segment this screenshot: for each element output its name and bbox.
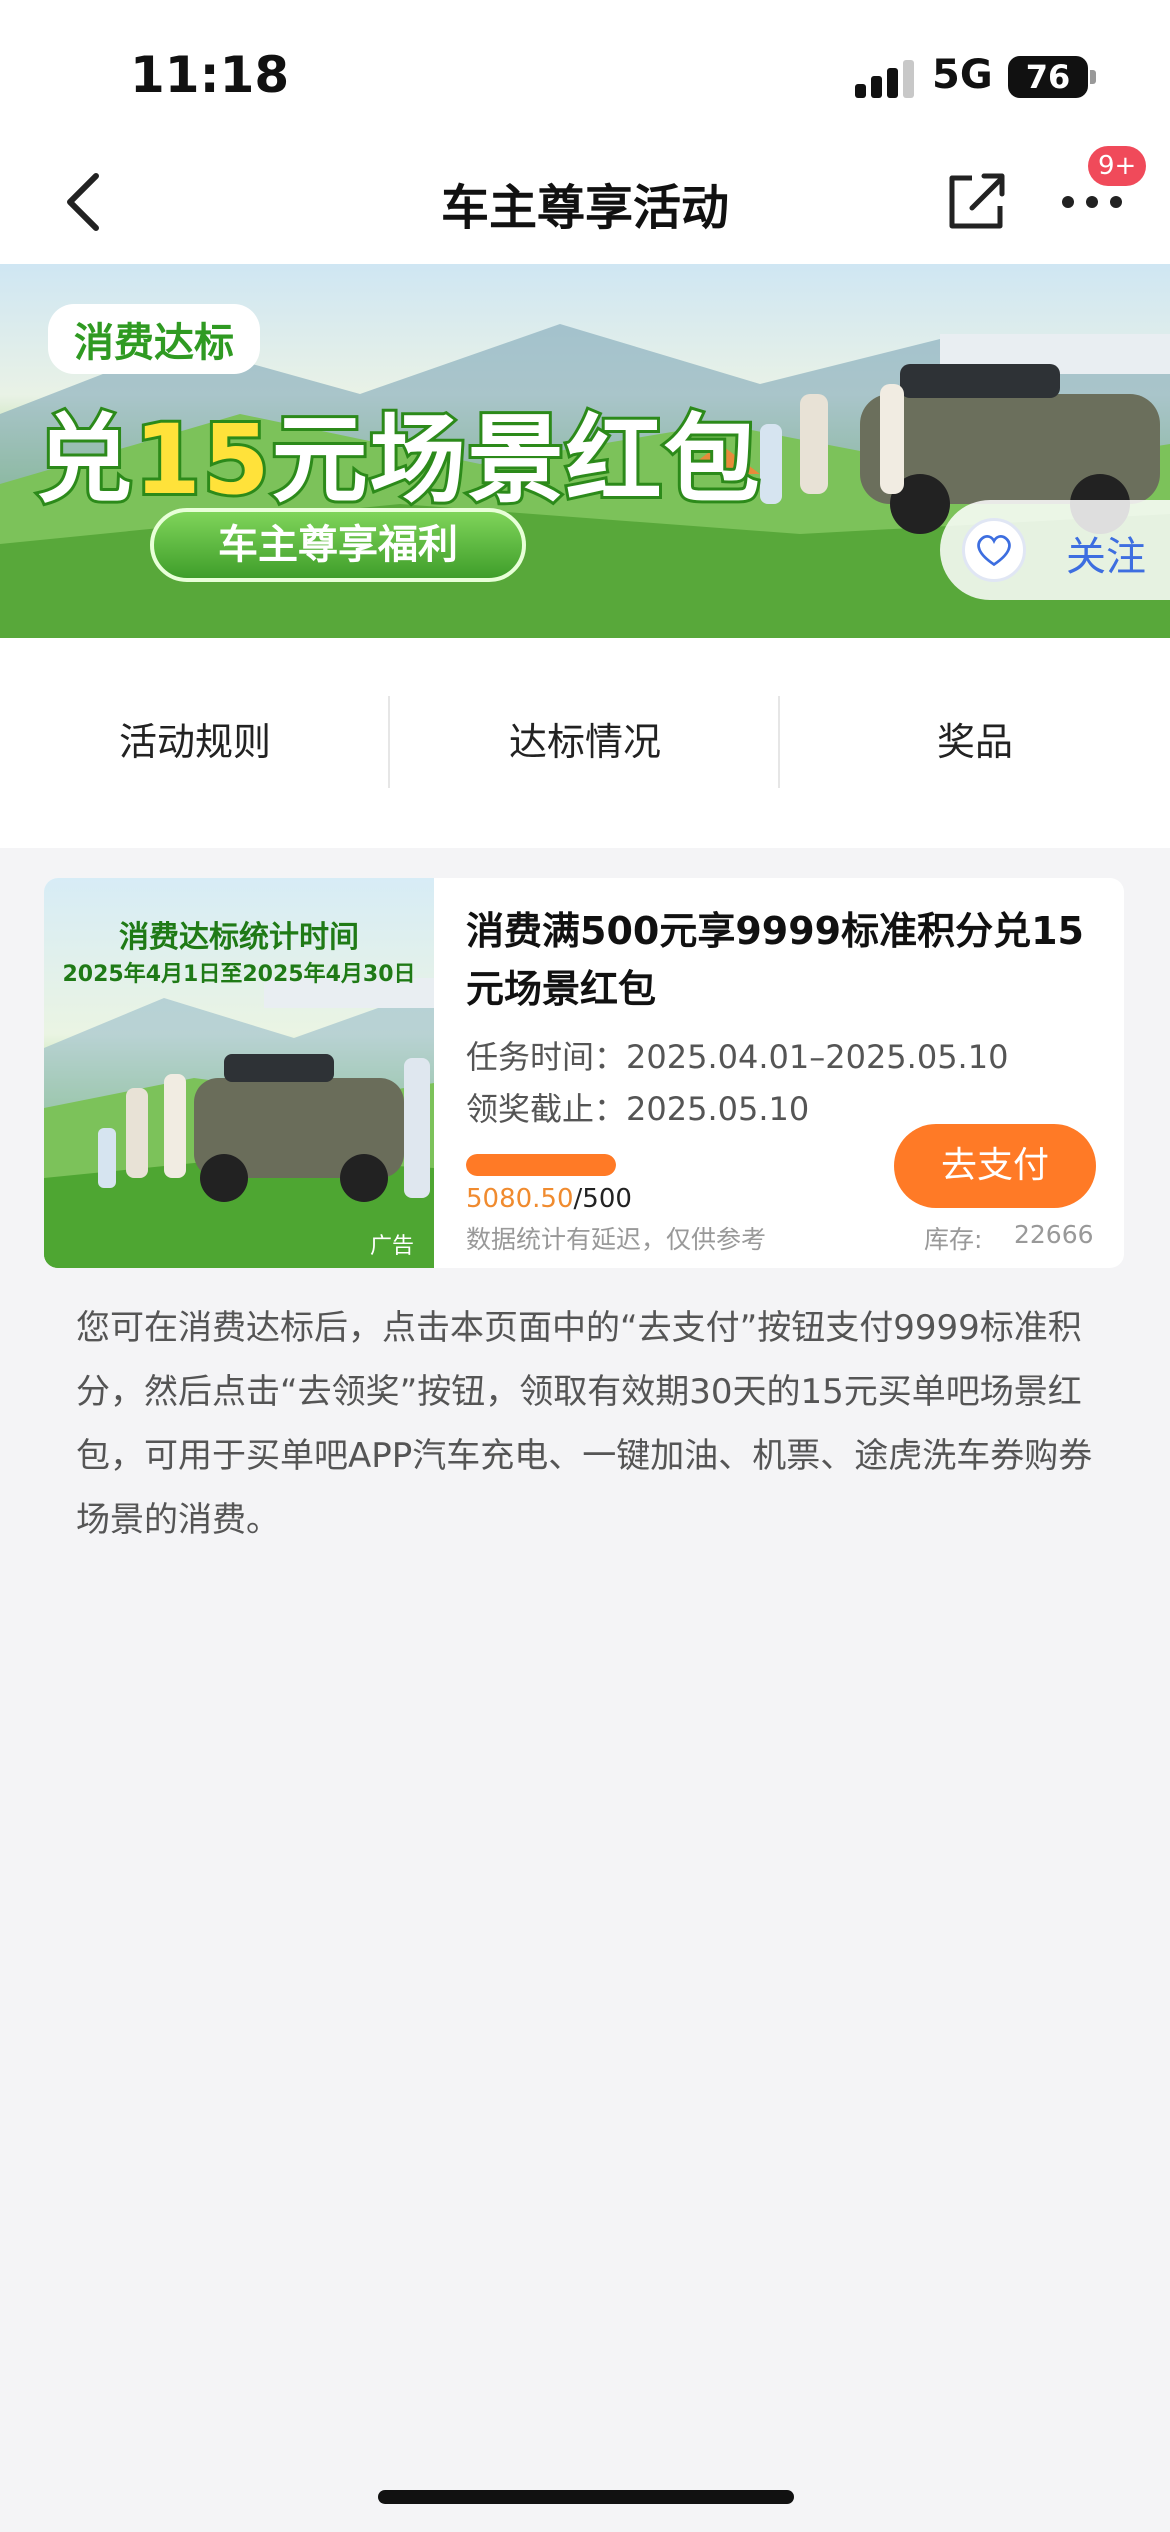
progress-target: /500: [573, 1184, 632, 1214]
task-time: 任务时间：2025.04.01–2025.05.10: [466, 1038, 1009, 1076]
follow-button[interactable]: 关注: [940, 500, 1170, 600]
reward-card-image: 消费达标统计时间 2025年4月1日至2025年4月30日 广告: [44, 878, 434, 1268]
follow-label: 关注: [1066, 534, 1146, 580]
claim-deadline: 领奖截止：2025.05.10: [466, 1090, 810, 1128]
signal-icon: [855, 58, 915, 98]
battery-icon: 76: [1008, 56, 1088, 98]
status-time: 11:18: [130, 46, 290, 104]
reward-card: 消费达标统计时间 2025年4月1日至2025年4月30日 广告 消费满500元…: [44, 878, 1124, 1268]
banner-headline: 兑15元场景红包: [33, 401, 763, 519]
progress-fill: [466, 1154, 616, 1176]
card-ad-label: 广告: [370, 1234, 415, 1259]
banner-tag: 消费达标: [48, 304, 260, 374]
card-image-title: 消费达标统计时间: [119, 920, 359, 955]
stock-value: 22666: [1014, 1220, 1094, 1249]
network-type: 5G: [932, 52, 993, 98]
more-icon[interactable]: [1058, 184, 1128, 214]
tab-bar: 活动规则 达标情况 奖品: [0, 638, 1170, 848]
reward-title: 消费满500元享9999标准积分兑15元场景红包: [466, 909, 1084, 1011]
tab-prizes[interactable]: 奖品: [780, 696, 1170, 788]
delay-note: 数据统计有延迟，仅供参考: [466, 1225, 767, 1254]
banner-subtitle: 车主尊享福利: [150, 508, 526, 582]
heart-icon: [962, 518, 1026, 582]
progress-text: 5080.50/500: [466, 1184, 632, 1214]
progress-bar: [466, 1154, 616, 1176]
share-icon[interactable]: [942, 166, 1012, 236]
tab-progress[interactable]: 达标情况: [390, 696, 780, 788]
home-indicator[interactable]: [378, 2490, 794, 2504]
notification-badge: 9+: [1088, 146, 1147, 186]
status-bar: 11:18 5G 76: [0, 0, 1170, 140]
progress-current: 5080.50: [466, 1184, 574, 1214]
battery-tip: [1090, 70, 1096, 84]
card-image-subtitle: 2025年4月1日至2025年4月30日: [62, 962, 416, 987]
stock-label: 库存:: [924, 1225, 983, 1254]
pay-button[interactable]: 去支付: [894, 1124, 1096, 1208]
nav-bar: 车主尊享活动 9+: [0, 140, 1170, 264]
tab-rules[interactable]: 活动规则: [0, 696, 390, 788]
activity-description: 您可在消费达标后，点击本页面中的“去支付”按钮支付9999标准积分，然后点击“去…: [76, 1308, 1093, 1540]
